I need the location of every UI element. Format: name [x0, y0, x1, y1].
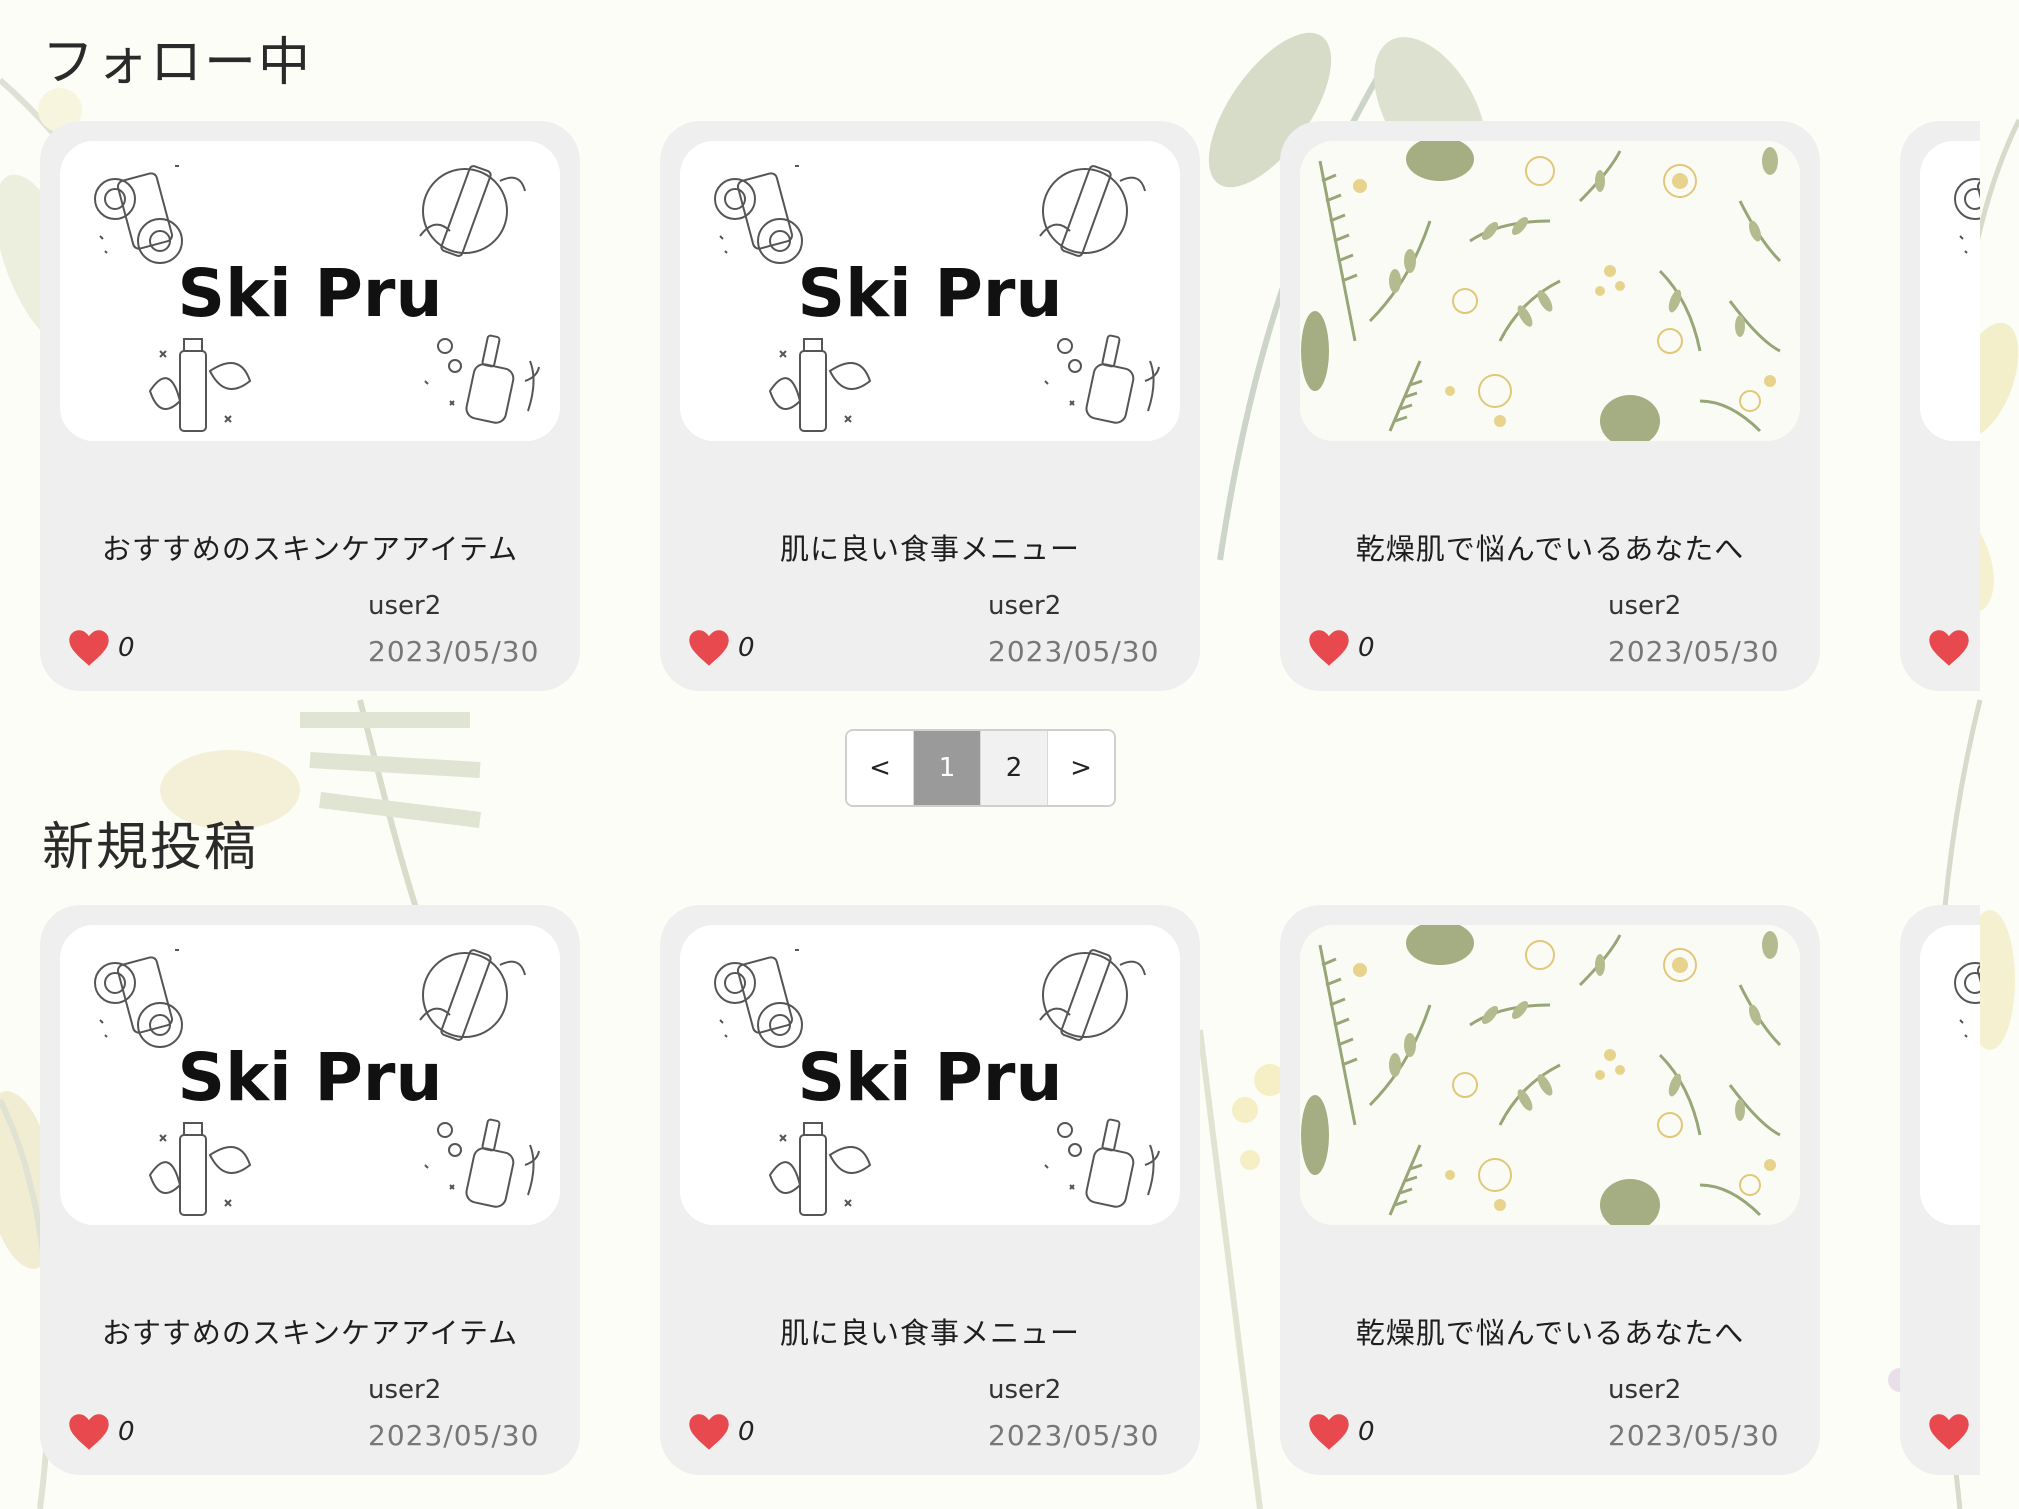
post-thumbnail[interactable]	[60, 141, 560, 441]
pagination: < 1 2 >	[845, 729, 1116, 807]
post-card[interactable]: 乾燥肌で悩んでいるあなたへ 0 user2 2023/05/30	[1280, 121, 1820, 691]
ski-pru-logo-image	[680, 141, 1180, 441]
heart-icon[interactable]	[1928, 1413, 1970, 1451]
post-date: 2023/05/30	[1608, 1419, 1780, 1452]
author-name[interactable]: user2	[988, 1375, 1061, 1405]
author-name[interactable]: user2	[1608, 1375, 1681, 1405]
post-card[interactable]: おすすめのスキンケアアイテム 0 user2 2023/05/30	[40, 121, 580, 691]
heart-icon[interactable]	[1308, 1413, 1350, 1451]
post-card-partial[interactable]	[1900, 121, 1980, 691]
ski-pru-logo-image	[1920, 925, 1980, 1225]
like-count: 0	[118, 1417, 135, 1447]
like-count: 0	[1358, 633, 1375, 663]
heart-icon[interactable]	[688, 1413, 730, 1451]
pagination-prev-button[interactable]: <	[847, 731, 914, 805]
post-thumbnail[interactable]	[60, 925, 560, 1225]
botanical-pattern-image	[1300, 141, 1800, 441]
post-title[interactable]: 肌に良い食事メニュー	[660, 1310, 1200, 1352]
post-card[interactable]: 乾燥肌で悩んでいるあなたへ 0 user2 2023/05/30	[1280, 905, 1820, 1475]
like-count: 0	[738, 633, 755, 663]
post-thumbnail[interactable]	[1300, 925, 1800, 1225]
post-card[interactable]: 肌に良い食事メニュー 0 user2 2023/05/30	[660, 121, 1200, 691]
ski-pru-logo-image	[680, 925, 1180, 1225]
following-posts-row: おすすめのスキンケアアイテム 0 user2 2023/05/30 肌に良い食事…	[0, 121, 1980, 691]
post-thumbnail[interactable]	[1920, 141, 1980, 441]
post-card[interactable]: 肌に良い食事メニュー 0 user2 2023/05/30	[660, 905, 1200, 1475]
heart-icon[interactable]	[68, 629, 110, 667]
post-thumbnail[interactable]	[1920, 925, 1980, 1225]
post-title[interactable]: 乾燥肌で悩んでいるあなたへ	[1280, 1310, 1820, 1352]
ski-pru-logo-image	[1920, 141, 1980, 441]
ski-pru-logo-image	[60, 925, 560, 1225]
author-name[interactable]: user2	[368, 1375, 441, 1405]
heart-icon[interactable]	[688, 629, 730, 667]
post-card[interactable]: おすすめのスキンケアアイテム 0 user2 2023/05/30	[40, 905, 580, 1475]
post-date: 2023/05/30	[1608, 635, 1780, 668]
like-count: 0	[1358, 1417, 1375, 1447]
pagination-next-button[interactable]: >	[1048, 731, 1114, 805]
post-date: 2023/05/30	[988, 1419, 1160, 1452]
post-title[interactable]: おすすめのスキンケアアイテム	[40, 526, 580, 568]
heart-icon[interactable]	[68, 1413, 110, 1451]
heart-icon[interactable]	[1308, 629, 1350, 667]
post-title[interactable]: おすすめのスキンケアアイテム	[40, 1310, 580, 1352]
author-name[interactable]: user2	[368, 591, 441, 621]
post-thumbnail[interactable]	[680, 141, 1180, 441]
post-thumbnail[interactable]	[1300, 141, 1800, 441]
pagination-page-2[interactable]: 2	[981, 731, 1048, 805]
author-name[interactable]: user2	[988, 591, 1061, 621]
new-posts-row: おすすめのスキンケアアイテム 0 user2 2023/05/30 肌に良い食事…	[0, 905, 1980, 1475]
botanical-pattern-image	[1300, 925, 1800, 1225]
post-date: 2023/05/30	[988, 635, 1160, 668]
post-date: 2023/05/30	[368, 1419, 540, 1452]
like-count: 0	[118, 633, 135, 663]
post-title[interactable]: 乾燥肌で悩んでいるあなたへ	[1280, 526, 1820, 568]
post-card-partial[interactable]	[1900, 905, 1980, 1475]
like-count: 0	[738, 1417, 755, 1447]
post-thumbnail[interactable]	[680, 925, 1180, 1225]
ski-pru-logo-image	[60, 141, 560, 441]
pagination-page-1[interactable]: 1	[914, 731, 981, 805]
post-title[interactable]: 肌に良い食事メニュー	[660, 526, 1200, 568]
heart-icon[interactable]	[1928, 629, 1970, 667]
post-date: 2023/05/30	[368, 635, 540, 668]
section-title-following: フォロー中	[42, 33, 313, 93]
section-title-new-posts: 新規投稿	[42, 818, 259, 878]
author-name[interactable]: user2	[1608, 591, 1681, 621]
